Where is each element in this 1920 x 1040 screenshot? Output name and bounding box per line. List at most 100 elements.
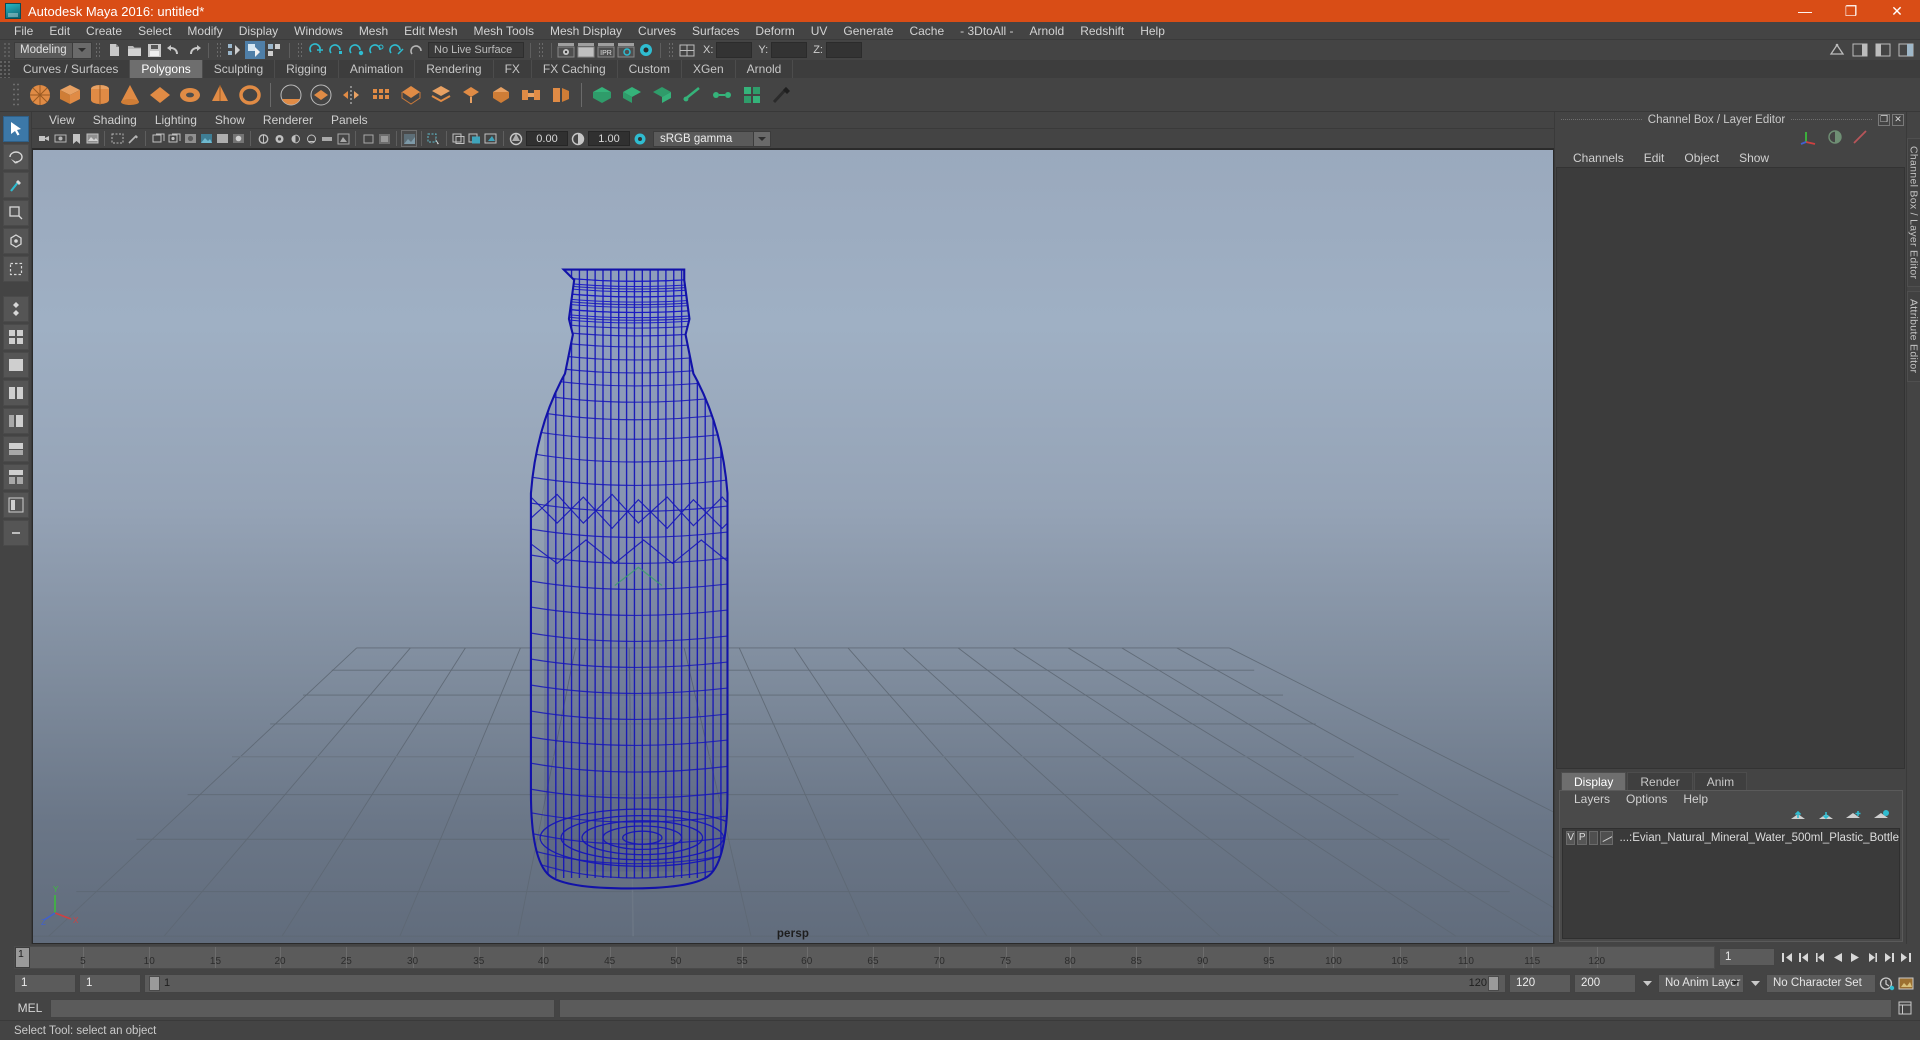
shelf-tab-curves-surfaces[interactable]: Curves / Surfaces	[12, 60, 131, 78]
playback-end-field[interactable]: 120	[1509, 973, 1571, 993]
lighting-all-lights-icon[interactable]	[271, 130, 287, 147]
step-back-key-icon[interactable]	[1813, 948, 1829, 966]
menu-redshift[interactable]: Redshift	[1072, 22, 1132, 40]
polygon-plane-icon[interactable]	[145, 80, 175, 110]
range-end-field[interactable]: 200	[1574, 973, 1636, 993]
range-left-handle[interactable]	[149, 975, 160, 991]
shelf-tab-sculpting[interactable]: Sculpting	[202, 60, 276, 78]
sculpt-tool-icon[interactable]	[767, 80, 797, 110]
shadows-icon[interactable]	[287, 130, 303, 147]
combine-mesh-icon[interactable]	[426, 80, 456, 110]
toolbar-grip[interactable]	[216, 42, 222, 58]
menu-3dtoall[interactable]: - 3DtoAll -	[952, 22, 1021, 40]
create-new-layer-icon[interactable]	[1845, 809, 1862, 825]
show-manipulator-tool-button[interactable]	[2, 296, 29, 322]
polygon-sphere-icon[interactable]	[25, 80, 55, 110]
menu-help[interactable]: Help	[1132, 22, 1173, 40]
panel-menu-lighting[interactable]: Lighting	[146, 112, 206, 129]
boolean-difference-icon[interactable]	[617, 80, 647, 110]
ambient-occlusion-icon[interactable]	[303, 130, 319, 147]
paste-render-icon[interactable]	[467, 130, 483, 147]
move-tool-button[interactable]	[2, 200, 29, 226]
vertical-tab-attribute-editor[interactable]: Attribute Editor	[1906, 291, 1920, 382]
panel-drag-dots[interactable]	[1791, 119, 1873, 120]
layer-menu-layers[interactable]: Layers	[1566, 791, 1618, 808]
menu-edit[interactable]: Edit	[41, 22, 78, 40]
toolbar-grip[interactable]	[2, 41, 11, 59]
extrude-icon[interactable]	[456, 80, 486, 110]
menu-create[interactable]: Create	[78, 22, 130, 40]
shelf-tab-animation[interactable]: Animation	[338, 60, 416, 78]
auto-keyframe-toggle-icon[interactable]	[1879, 974, 1895, 992]
move-layer-down-icon[interactable]	[1817, 809, 1834, 825]
polygon-cone-icon[interactable]	[115, 80, 145, 110]
panel-menu-shading[interactable]: Shading	[84, 112, 146, 129]
quad-draw-icon[interactable]	[737, 80, 767, 110]
panel-menu-renderer[interactable]: Renderer	[254, 112, 322, 129]
play-forwards-icon[interactable]	[1847, 948, 1863, 966]
panel-menu-show[interactable]: Show	[206, 112, 254, 129]
menu-set-selector[interactable]: Modeling	[14, 41, 92, 59]
outliner-persp-layout-button[interactable]	[2, 492, 29, 518]
snapshot-icon[interactable]	[483, 130, 499, 147]
shelf-tab-fx[interactable]: FX	[493, 60, 532, 78]
step-back-frame-icon[interactable]	[1796, 948, 1812, 966]
grease-pencil-icon[interactable]	[125, 130, 141, 147]
channel-menu-object[interactable]: Object	[1674, 149, 1729, 167]
shade-options-icon[interactable]	[182, 130, 198, 147]
menu-file[interactable]: File	[6, 22, 41, 40]
mirror-geometry-icon[interactable]	[336, 80, 366, 110]
shelf-tab-rigging[interactable]: Rigging	[275, 60, 339, 78]
menu-curves[interactable]: Curves	[630, 22, 684, 40]
script-editor-icon[interactable]	[1896, 999, 1914, 1018]
toolbar-grip[interactable]	[668, 42, 674, 58]
create-layer-from-selected-icon[interactable]	[1873, 809, 1890, 825]
show-hide-tool-settings-icon[interactable]	[1873, 41, 1893, 59]
shelf-tab-rendering[interactable]: Rendering	[415, 60, 494, 78]
menu-edit-mesh[interactable]: Edit Mesh	[396, 22, 465, 40]
use-default-material-icon[interactable]	[214, 130, 230, 147]
command-output-field[interactable]	[559, 998, 1892, 1018]
snap-to-curve-icon[interactable]	[326, 41, 346, 59]
character-set-selector[interactable]: No Character Set	[1766, 973, 1876, 993]
coord-y-field[interactable]	[771, 42, 808, 58]
sphere-primitive-icon[interactable]	[276, 80, 306, 110]
maximize-button[interactable]: ❐	[1828, 0, 1874, 22]
shelf-tab-fx-caching[interactable]: FX Caching	[531, 60, 618, 78]
menu-arnold[interactable]: Arnold	[1022, 22, 1073, 40]
menu-display[interactable]: Display	[231, 22, 286, 40]
paint-select-tool-button[interactable]	[2, 172, 29, 198]
undo-icon[interactable]	[164, 41, 184, 59]
make-live-icon[interactable]	[406, 41, 426, 59]
layer-menu-options[interactable]: Options	[1618, 791, 1675, 808]
range-slider[interactable]: 1 120	[144, 973, 1506, 993]
menu-uv[interactable]: UV	[803, 22, 836, 40]
multisample-aa-icon[interactable]	[335, 130, 351, 147]
time-slider[interactable]: 1 5 10 15 20 25 30 35 40 45 50 55 60 65 …	[14, 945, 1715, 969]
channel-menu-edit[interactable]: Edit	[1634, 149, 1675, 167]
shelf-tab-polygons[interactable]: Polygons	[130, 60, 203, 78]
menu-modify[interactable]: Modify	[179, 22, 230, 40]
menu-mesh-display[interactable]: Mesh Display	[542, 22, 630, 40]
polygon-torus-icon[interactable]	[175, 80, 205, 110]
toggle-attribute-editor-icon[interactable]	[677, 41, 697, 59]
display-render-toggle-icon[interactable]	[1827, 129, 1843, 148]
shaded-mode-icon[interactable]	[230, 130, 246, 147]
lasso-select-tool-button[interactable]	[2, 144, 29, 170]
render-sequence-icon[interactable]	[576, 41, 596, 59]
persp-graph-layout-button[interactable]	[2, 436, 29, 462]
persp-outliner-layout-button[interactable]	[2, 408, 29, 434]
shelf-tab-xgen[interactable]: XGen	[681, 60, 736, 78]
coord-x-field[interactable]	[716, 42, 753, 58]
vertical-tab-channel-box[interactable]: Channel Box / Layer Editor	[1906, 138, 1920, 288]
animation-preferences-icon[interactable]	[1898, 974, 1914, 992]
image-plane-icon[interactable]	[84, 130, 100, 147]
shelf-tab-custom[interactable]: Custom	[617, 60, 682, 78]
render-current-frame-icon[interactable]	[556, 41, 576, 59]
step-forward-frame-icon[interactable]	[1881, 948, 1897, 966]
polygon-pipe-icon[interactable]	[235, 80, 265, 110]
bookmarks-icon[interactable]	[68, 130, 84, 147]
isolate-select-icon[interactable]	[360, 130, 376, 147]
select-by-object-type-icon[interactable]	[245, 41, 265, 59]
target-weld-icon[interactable]	[707, 80, 737, 110]
